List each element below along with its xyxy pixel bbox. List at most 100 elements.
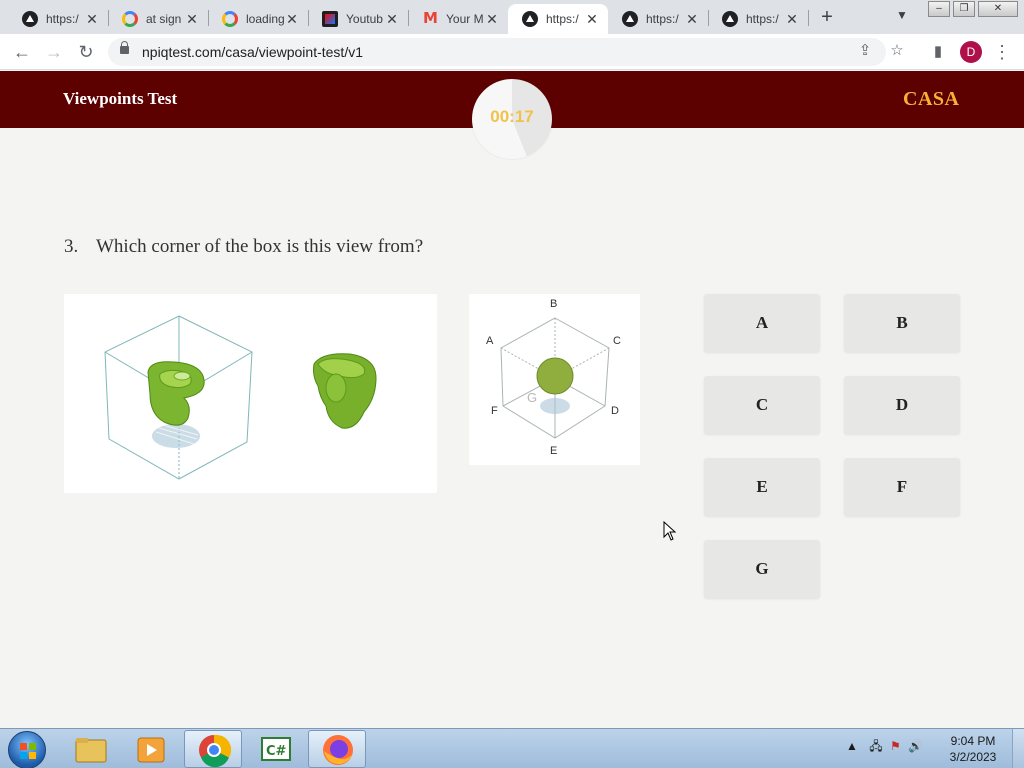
svg-text:C#: C# — [266, 744, 287, 759]
question-text: Which corner of the box is this view fro… — [96, 236, 424, 257]
timer-text: 00:17 — [490, 107, 534, 126]
tab-title: at sign — [146, 12, 182, 26]
tab-title: https:/ — [646, 12, 679, 26]
url-text: npiqtest.com/casa/viewpoint-test/v1 — [142, 44, 363, 60]
vercel-icon — [22, 11, 38, 27]
taskbar-file-explorer[interactable] — [62, 730, 120, 768]
browser-tab-active[interactable]: https:/ ✕ — [508, 4, 608, 34]
taskbar-chrome[interactable] — [184, 730, 242, 768]
answer-button-a[interactable]: A — [704, 294, 820, 352]
network-icon[interactable]: 🖧 — [869, 739, 882, 753]
answer-button-f[interactable]: F — [844, 458, 960, 516]
vercel-icon — [622, 11, 638, 27]
tray-expand-icon[interactable]: ▲ — [846, 739, 858, 753]
vercel-icon — [722, 11, 738, 27]
box-with-shape-image — [104, 315, 377, 480]
tab-title: loading — [246, 12, 284, 26]
answer-button-g[interactable]: G — [704, 540, 820, 598]
browser-tab[interactable]: https:/ ✕ — [708, 4, 808, 34]
corner-key-panel: B A C F D E G — [469, 294, 640, 465]
system-tray: ▲ 🖧 ⚑ 🔊 — [846, 737, 923, 758]
tab-search-chevron-icon[interactable]: ▼ — [896, 8, 908, 22]
taskbar-firefox[interactable] — [308, 730, 366, 768]
youtube-studio-icon — [322, 11, 338, 27]
reload-icon[interactable]: ↻ — [74, 40, 98, 64]
side-panel-icon[interactable]: ▮ — [926, 40, 950, 64]
close-icon[interactable]: ✕ — [784, 11, 800, 28]
corner-label-e: E — [550, 445, 557, 457]
action-center-icon[interactable]: ⚑ — [890, 739, 901, 753]
corner-label-d: D — [611, 405, 619, 417]
close-icon[interactable]: ✕ — [584, 11, 600, 28]
corner-label-b: B — [550, 298, 557, 310]
back-arrow-icon[interactable]: ← — [10, 40, 34, 64]
lock-icon — [120, 41, 129, 54]
taskbar-media-player[interactable] — [122, 730, 180, 768]
close-window-icon[interactable]: ✕ — [978, 1, 1018, 17]
browser-tab[interactable]: Youtub ✕ — [308, 4, 408, 34]
corner-label-c: C — [613, 335, 621, 347]
windows-logo-icon — [20, 743, 36, 759]
clock-date: 3/2/2023 — [949, 750, 997, 764]
tab-title: https:/ — [746, 12, 779, 26]
tab-title: Youtub — [346, 12, 383, 26]
corner-label-a: A — [486, 335, 494, 347]
google-icon — [222, 11, 238, 27]
taskbar-clock[interactable]: 9:04 PM 3/2/2023 — [940, 733, 1006, 765]
new-tab-button[interactable]: + — [816, 6, 838, 28]
restore-window-icon[interactable]: ❐ — [953, 1, 975, 17]
more-menu-icon[interactable]: ⋮ — [990, 40, 1014, 64]
close-icon[interactable]: ✕ — [284, 11, 300, 28]
answer-button-c[interactable]: C — [704, 376, 820, 434]
tab-title: Your M — [446, 12, 484, 26]
share-icon[interactable]: ⇪ — [854, 41, 876, 59]
page-title: Viewpoints Test — [63, 89, 178, 108]
corner-label-f: F — [491, 405, 498, 417]
bookmark-star-icon[interactable]: ☆ — [886, 41, 908, 59]
browser-tab[interactable]: https:/ ✕ — [8, 4, 108, 34]
windows-taskbar: C# ▲ 🖧 ⚑ 🔊 9:04 PM 3/2/2023 — [0, 728, 1024, 768]
clock-time: 9:04 PM — [950, 734, 996, 748]
answer-button-b[interactable]: B — [844, 294, 960, 352]
mouse-pointer-icon — [663, 521, 677, 541]
browser-tab[interactable]: loading ✕ — [208, 4, 308, 34]
google-icon — [122, 11, 138, 27]
gmail-icon — [422, 9, 438, 27]
profile-avatar[interactable]: D — [960, 41, 982, 63]
address-bar[interactable]: npiqtest.com/casa/viewpoint-test/v1 ⇪ ☆ — [108, 38, 904, 66]
firefox-icon — [323, 735, 353, 765]
answer-button-e[interactable]: E — [704, 458, 820, 516]
corner-key-diagram: B A C F D E G — [486, 298, 621, 457]
close-icon[interactable]: ✕ — [484, 11, 500, 28]
browser-tab[interactable]: https:/ ✕ — [608, 4, 708, 34]
browser-tab-strip: https:/ ✕ at sign ✕ loading ✕ Youtub ✕ Y… — [0, 0, 1024, 34]
browser-tab[interactable]: at sign ✕ — [108, 4, 208, 34]
taskbar-csharp-app[interactable]: C# — [246, 730, 304, 768]
question-number: 3. — [64, 236, 79, 257]
folder-icon — [75, 738, 107, 763]
csharp-icon: C# — [261, 737, 291, 761]
close-icon[interactable]: ✕ — [84, 11, 100, 28]
close-icon[interactable]: ✕ — [184, 11, 200, 28]
tab-separator — [808, 10, 809, 26]
corner-label-g: G — [527, 390, 537, 405]
vercel-icon — [522, 11, 538, 27]
answer-button-d[interactable]: D — [844, 376, 960, 434]
tab-title: https:/ — [46, 12, 79, 26]
question-image-panel — [64, 294, 437, 493]
countdown-timer: 00:17 — [472, 79, 552, 159]
show-desktop-button[interactable] — [1012, 729, 1024, 768]
brand-logo: CASA — [903, 88, 960, 110]
tab-title: https:/ — [546, 12, 579, 26]
browser-tab[interactable]: Your M ✕ — [408, 4, 508, 34]
chrome-icon — [199, 734, 232, 768]
question-prompt: 3. Which corner of the box is this view f… — [64, 236, 423, 258]
minimize-window-icon[interactable]: – — [928, 1, 950, 17]
start-button[interactable] — [8, 731, 46, 768]
close-icon[interactable]: ✕ — [684, 11, 700, 28]
volume-icon[interactable]: 🔊 — [908, 739, 923, 753]
forward-arrow-icon[interactable]: → — [42, 40, 66, 64]
media-player-icon — [137, 737, 165, 763]
browser-toolbar: ← → ↻ npiqtest.com/casa/viewpoint-test/v… — [0, 34, 1024, 70]
close-icon[interactable]: ✕ — [384, 11, 400, 28]
